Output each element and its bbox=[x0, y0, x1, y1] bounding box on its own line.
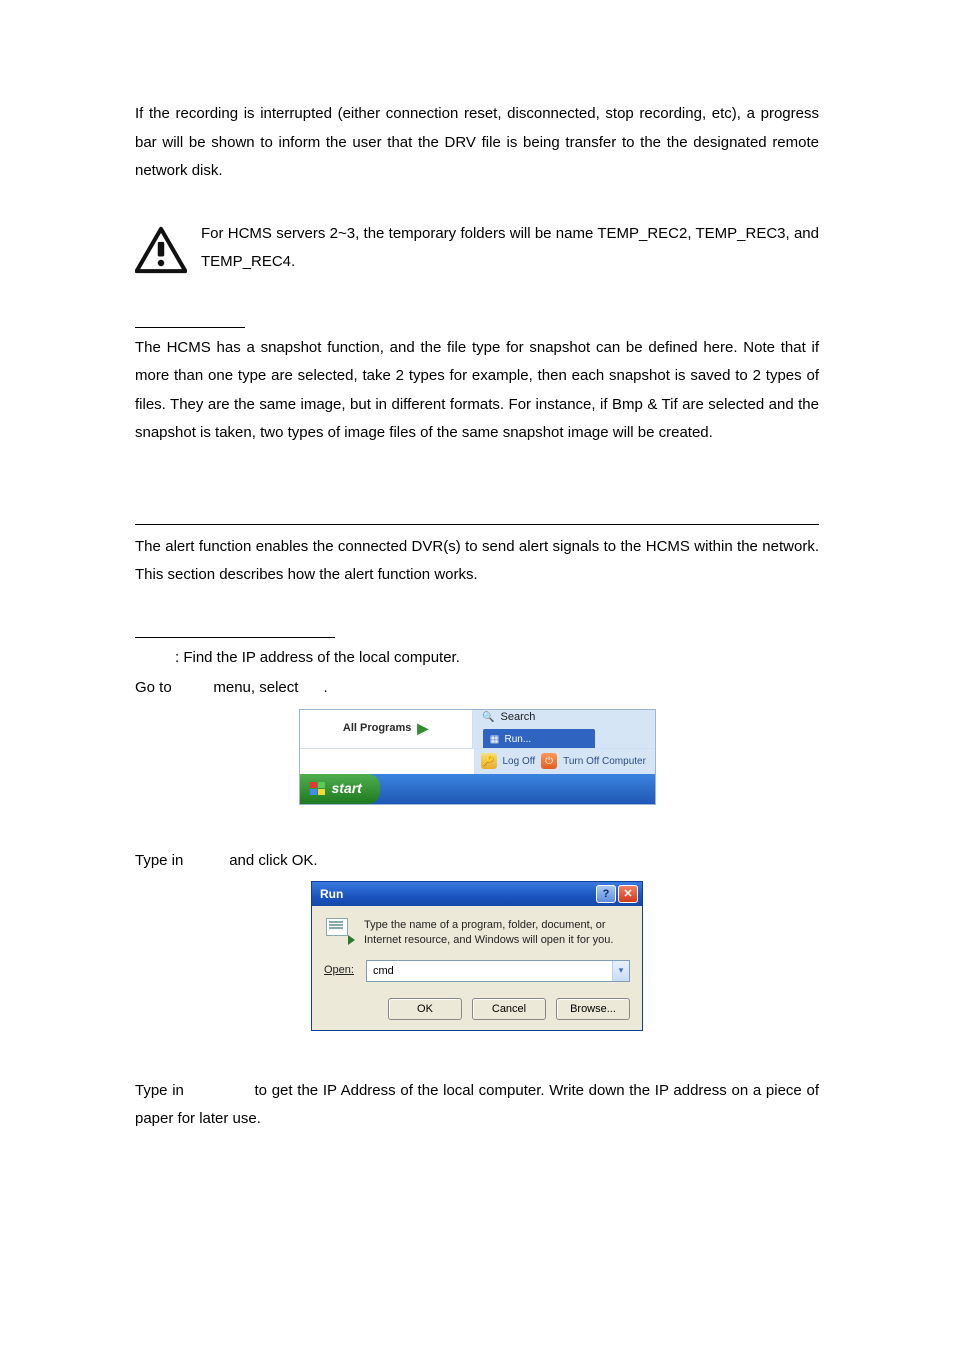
section-underline-1 bbox=[135, 327, 245, 328]
typein-line: Type in and click OK. bbox=[135, 847, 819, 876]
ok-button[interactable]: OK bbox=[388, 998, 462, 1020]
warning-note: For HCMS servers 2~3, the temporary fold… bbox=[135, 220, 819, 277]
arrow-right-icon: ▶ bbox=[417, 715, 428, 742]
start-button[interactable]: start bbox=[300, 774, 380, 804]
browse-button[interactable]: Browse... bbox=[556, 998, 630, 1020]
intro-paragraph: If the recording is interrupted (either … bbox=[135, 100, 819, 186]
logoff-label[interactable]: Log Off bbox=[503, 752, 536, 771]
step-find-ip: : Find the IP address of the local compu… bbox=[175, 644, 819, 673]
windows-flag-icon bbox=[310, 782, 326, 796]
snapshot-paragraph: The HCMS has a snapshot function, and th… bbox=[135, 334, 819, 448]
alert-paragraph: The alert function enables the connected… bbox=[135, 533, 819, 590]
open-label: Open: bbox=[324, 960, 356, 981]
help-button[interactable]: ? bbox=[596, 885, 616, 903]
warning-text: For HCMS servers 2~3, the temporary fold… bbox=[201, 220, 819, 277]
run-icon: ▦ bbox=[489, 734, 501, 746]
cancel-button[interactable]: Cancel bbox=[472, 998, 546, 1020]
section-underline-2 bbox=[135, 637, 335, 638]
open-input[interactable] bbox=[367, 961, 612, 981]
bottom-a: Type in bbox=[135, 1082, 189, 1099]
run-dialog-icon bbox=[324, 918, 354, 944]
goto-line: Go to menu, select . bbox=[135, 674, 819, 703]
goto-a: Go to bbox=[135, 679, 176, 696]
start-label: start bbox=[332, 775, 362, 802]
turnoff-icon: ⏻ bbox=[541, 753, 557, 769]
typein-b: and click OK. bbox=[225, 852, 318, 869]
goto-b: menu, select bbox=[209, 679, 302, 696]
start-menu-screenshot: All Programs ▶ 🔍 Search ▦ Run... bbox=[299, 709, 656, 805]
search-icon: 🔍 bbox=[483, 711, 495, 723]
run-dialog: Run ? ✕ Type the name of a program, fold… bbox=[311, 881, 643, 1031]
run-titlebar: Run ? ✕ bbox=[312, 882, 642, 906]
goto-c: . bbox=[323, 679, 327, 696]
bottom-b: to get the IP Address of the local compu… bbox=[135, 1082, 819, 1128]
dropdown-button[interactable]: ▾ bbox=[612, 961, 629, 981]
bottom-line: Type in to get the IP Address of the loc… bbox=[135, 1077, 819, 1134]
run-description: Type the name of a program, folder, docu… bbox=[364, 918, 630, 948]
all-programs-label: All Programs bbox=[343, 718, 411, 739]
search-label: Search bbox=[501, 707, 536, 728]
all-programs-item[interactable]: All Programs ▶ bbox=[300, 710, 473, 748]
search-item[interactable]: 🔍 Search bbox=[483, 707, 655, 728]
turnoff-label[interactable]: Turn Off Computer bbox=[563, 752, 646, 771]
close-button[interactable]: ✕ bbox=[618, 885, 638, 903]
warning-icon bbox=[135, 220, 187, 274]
logoff-icon: 🔑 bbox=[481, 753, 497, 769]
section-divider bbox=[135, 524, 819, 525]
run-title-label: Run bbox=[320, 883, 343, 906]
typein-a: Type in bbox=[135, 852, 188, 869]
